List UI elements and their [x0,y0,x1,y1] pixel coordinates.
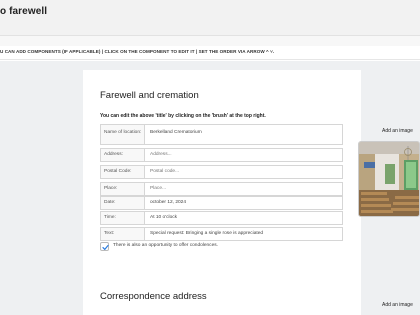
farewell-intro-text: You can edit the above 'title' by clicki… [100,113,266,119]
postal-code-input[interactable]: Postal code... [150,166,340,178]
add-image-link[interactable]: Add an image [382,302,413,308]
header-subbar [0,36,420,46]
location-name-input[interactable]: Berkelland Crematorium [150,125,340,144]
field-row-postal-code[interactable]: Postal Code: Postal code... [100,165,343,179]
time-input[interactable]: At 10 o'clock [150,212,340,224]
condolence-checkbox[interactable] [100,242,109,251]
page-title: o farewell [0,6,48,17]
field-row-time[interactable]: Time: At 10 o'clock [100,211,343,225]
field-label: Date: [101,197,145,209]
condolence-checkbox-label[interactable]: There is also an opportunity to offer co… [113,243,218,248]
field-label: Name of location: [101,125,145,144]
field-row-text[interactable]: Text: Special request: Bringing a single… [100,227,343,241]
farewell-section-title[interactable]: Farewell and cremation [100,90,199,101]
field-label: Postal Code: [101,166,145,178]
instruction-text: U CAN ADD COMPONENTS (IF APPLICABLE) | C… [0,49,275,54]
correspondence-section-title[interactable]: Correspondence address [100,291,207,302]
checkmark-icon [102,244,109,250]
place-input[interactable]: Place... [150,183,340,195]
page-header: o farewell [0,0,420,36]
crematorium-photo[interactable] [358,141,420,217]
field-row-address[interactable]: Address: Address... [100,148,343,162]
instruction-bar: U CAN ADD COMPONENTS (IF APPLICABLE) | C… [0,46,420,60]
auditorium-image [359,142,419,216]
field-label: Text: [101,228,145,240]
field-label: Address: [101,149,145,161]
address-input[interactable]: Address... [150,149,340,161]
field-row-date[interactable]: Date: october 12, 2024 [100,196,343,210]
field-row-place[interactable]: Place: Place... [100,182,343,196]
field-row-location-name[interactable]: Name of location: Berkelland Crematorium [100,124,343,145]
text-input[interactable]: Special request: Bringing a single rose … [150,228,340,240]
date-input[interactable]: october 12, 2024 [150,197,340,209]
field-label: Time: [101,212,145,224]
field-label: Place: [101,183,145,195]
add-image-link[interactable]: Add an image [382,128,413,134]
